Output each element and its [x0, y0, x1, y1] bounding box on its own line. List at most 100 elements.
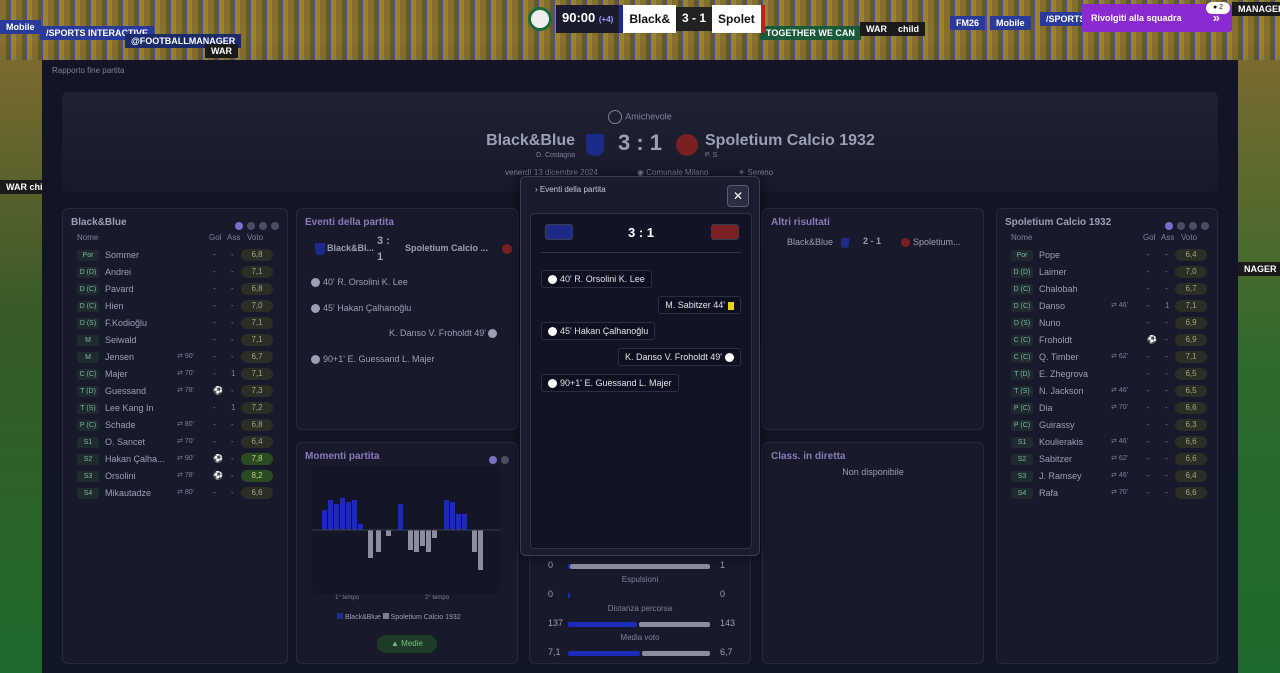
modal-event-row[interactable]: K. Danso V. Froholdt 49' — [618, 348, 741, 366]
momentum-bar — [478, 530, 483, 570]
player-row[interactable]: S2 Hakan Çalha... ⇄ 90' ⚽ -7,8 — [73, 451, 273, 468]
player-name[interactable]: Froholdt — [1039, 335, 1072, 345]
away-crest-icon — [676, 134, 698, 156]
player-row[interactable]: D (C) Danso ⇄ 46' - 1 7,1 — [1007, 298, 1207, 315]
position-badge: P (C) — [77, 420, 99, 431]
assists-value: - — [1165, 471, 1168, 480]
player-name[interactable]: Jensen — [105, 352, 134, 362]
player-name[interactable]: Koulierakis — [1039, 437, 1083, 447]
momentum-svg — [312, 498, 500, 570]
substitution-minute: 80' — [184, 489, 194, 496]
player-row[interactable]: Por Sommer - -6,8 — [73, 247, 273, 264]
player-name[interactable]: Guirassy — [1039, 420, 1075, 430]
player-name[interactable]: Sommer — [105, 250, 139, 260]
player-row[interactable]: T (D) E. Zhegrova - -6,5 — [1007, 366, 1207, 383]
player-row[interactable]: S4 Rafa ⇄ 70' - -6,6 — [1007, 485, 1207, 502]
events-panel: Eventi della partita Black&Bl... 3 : 1 S… — [296, 208, 518, 430]
player-row[interactable]: C (C) Majer ⇄ 70' - 1 7,1 — [73, 366, 273, 383]
player-row[interactable]: S2 Sabitzer ⇄ 62' - -6,6 — [1007, 451, 1207, 468]
player-row[interactable]: S3 Orsolini ⇄ 78' ⚽ -8,2 — [73, 468, 273, 485]
goals-value: - — [1147, 437, 1150, 446]
player-row[interactable]: S3 J. Ramsey ⇄ 46' - -6,4 — [1007, 468, 1207, 485]
player-name[interactable]: Pope — [1039, 250, 1060, 260]
player-row[interactable]: P (C) Dia ⇄ 70' - -6,6 — [1007, 400, 1207, 417]
close-button[interactable]: ✕ — [727, 185, 749, 207]
position-badge: M — [77, 352, 99, 363]
player-name[interactable]: N. Jackson — [1039, 386, 1084, 396]
modal-event-row[interactable]: 90+1' E. Guessand L. Majer — [541, 374, 679, 392]
player-name[interactable]: J. Ramsey — [1039, 471, 1082, 481]
player-row[interactable]: D (S) F.Kodioğlu - -7,1 — [73, 315, 273, 332]
modal-event-row[interactable]: M. Sabitzer 44' — [658, 296, 741, 314]
player-row[interactable]: C (C) Froholdt ⚽ -6,9 — [1007, 332, 1207, 349]
player-row[interactable]: D (D) Andrei - -7,1 — [73, 264, 273, 281]
result-away[interactable]: Spoletium... — [913, 237, 961, 247]
assists-value: 1 — [1165, 301, 1170, 310]
player-name[interactable]: Orsolini — [105, 471, 136, 481]
momentum-bar — [376, 530, 381, 552]
player-row[interactable]: T (S) N. Jackson ⇄ 46' - -6,5 — [1007, 383, 1207, 400]
ad-board: TOGETHER WE CAN — [760, 26, 861, 40]
notification-badge[interactable]: ● 2 — [1206, 2, 1230, 14]
player-row[interactable]: P (C) Guirassy - -6,3 — [1007, 417, 1207, 434]
player-row[interactable]: D (C) Hien - -7,0 — [73, 298, 273, 315]
player-name[interactable]: Majer — [105, 369, 128, 379]
player-name[interactable]: Lee Kang In — [105, 403, 154, 413]
player-name[interactable]: F.Kodioğlu — [105, 318, 147, 328]
averages-button[interactable]: ▲ Medie — [377, 635, 437, 653]
player-name[interactable]: Chalobah — [1039, 284, 1078, 294]
player-row[interactable]: Por Pope - -6,4 — [1007, 247, 1207, 264]
player-row[interactable]: M Jensen ⇄ 90' - -6,7 — [73, 349, 273, 366]
player-row[interactable]: D (S) Nuno - -6,9 — [1007, 315, 1207, 332]
modal-event-row[interactable]: 45' Hakan Çalhanoğlu — [541, 322, 656, 340]
player-row[interactable]: M Seiwald - -7,1 — [73, 332, 273, 349]
player-row[interactable]: T (D) Guessand ⇄ 78' ⚽ -7,3 — [73, 383, 273, 400]
result-home[interactable]: Black&Blue — [787, 237, 833, 247]
player-name[interactable]: Hien — [105, 301, 124, 311]
modal-event-row[interactable]: 40' R. Orsolini K. Lee — [541, 270, 652, 288]
player-name[interactable]: Sabitzer — [1039, 454, 1072, 464]
events-modal: › Eventi della partita ✕ 3 : 1 40' R. Or… — [520, 176, 760, 556]
player-row[interactable]: D (C) Pavard - -6,8 — [73, 281, 273, 298]
rating-badge: 7,2 — [241, 402, 273, 414]
player-name[interactable]: E. Zhegrova — [1039, 369, 1088, 379]
player-name[interactable]: Hakan Çalha... — [105, 454, 165, 464]
player-name[interactable]: Seiwald — [105, 335, 137, 345]
player-name[interactable]: Andrei — [105, 267, 131, 277]
substitution-indicator: ⇄ 80' — [177, 488, 194, 496]
breadcrumb[interactable]: Rapporto fine partita — [52, 66, 125, 75]
player-row[interactable]: P (C) Schade ⇄ 80' - -6,8 — [73, 417, 273, 434]
goals-value: - — [213, 335, 216, 344]
player-name[interactable]: Rafa — [1039, 488, 1058, 498]
player-name[interactable]: Nuno — [1039, 318, 1061, 328]
event-row[interactable]: 40' R. Orsolini K. Lee — [311, 277, 408, 288]
player-row[interactable]: T (S) Lee Kang In - 1 7,2 — [73, 400, 273, 417]
player-name[interactable]: Dia — [1039, 403, 1053, 413]
away-team-name[interactable]: Spoletium Calcio 1932 — [705, 132, 875, 150]
player-row[interactable]: D (D) Laimer - -7,0 — [1007, 264, 1207, 281]
momentum-bar — [398, 504, 403, 530]
event-row[interactable]: 90+1' E. Guessand L. Majer — [311, 354, 435, 365]
away-manager: P. S — [705, 152, 718, 159]
player-row[interactable]: D (C) Chalobah - -6,7 — [1007, 281, 1207, 298]
player-name[interactable]: Pavard — [105, 284, 134, 294]
event-row[interactable]: 45' Hakan Çalhanoğlu — [311, 303, 411, 314]
player-name[interactable]: Danso — [1039, 301, 1065, 311]
momentum-bar — [340, 498, 345, 530]
event-row[interactable]: K. Danso V. Froholdt 49' — [389, 328, 500, 339]
modal-content: 3 : 1 40' R. Orsolini K. Lee M. Sabitzer … — [530, 213, 752, 549]
player-row[interactable]: C (C) Q. Timber ⇄ 62' - -7,1 — [1007, 349, 1207, 366]
substitution-indicator: ⇄ 78' — [177, 386, 194, 394]
player-name[interactable]: Q. Timber — [1039, 352, 1079, 362]
player-name[interactable]: Schade — [105, 420, 136, 430]
player-name[interactable]: Mikautadze — [105, 488, 151, 498]
player-name[interactable]: Laimer — [1039, 267, 1067, 277]
ad-board: NAGER — [1238, 262, 1280, 276]
player-row[interactable]: S1 Koulierakis ⇄ 46' - -6,6 — [1007, 434, 1207, 451]
player-row[interactable]: S1 O. Sancet ⇄ 70' - -6,4 — [73, 434, 273, 451]
player-name[interactable]: Guessand — [105, 386, 146, 396]
rating-badge: 6,5 — [1175, 385, 1207, 397]
substitution-icon: ⇄ — [177, 455, 185, 462]
player-name[interactable]: O. Sancet — [105, 437, 145, 447]
player-row[interactable]: S4 Mikautadze ⇄ 80' - -6,6 — [73, 485, 273, 502]
